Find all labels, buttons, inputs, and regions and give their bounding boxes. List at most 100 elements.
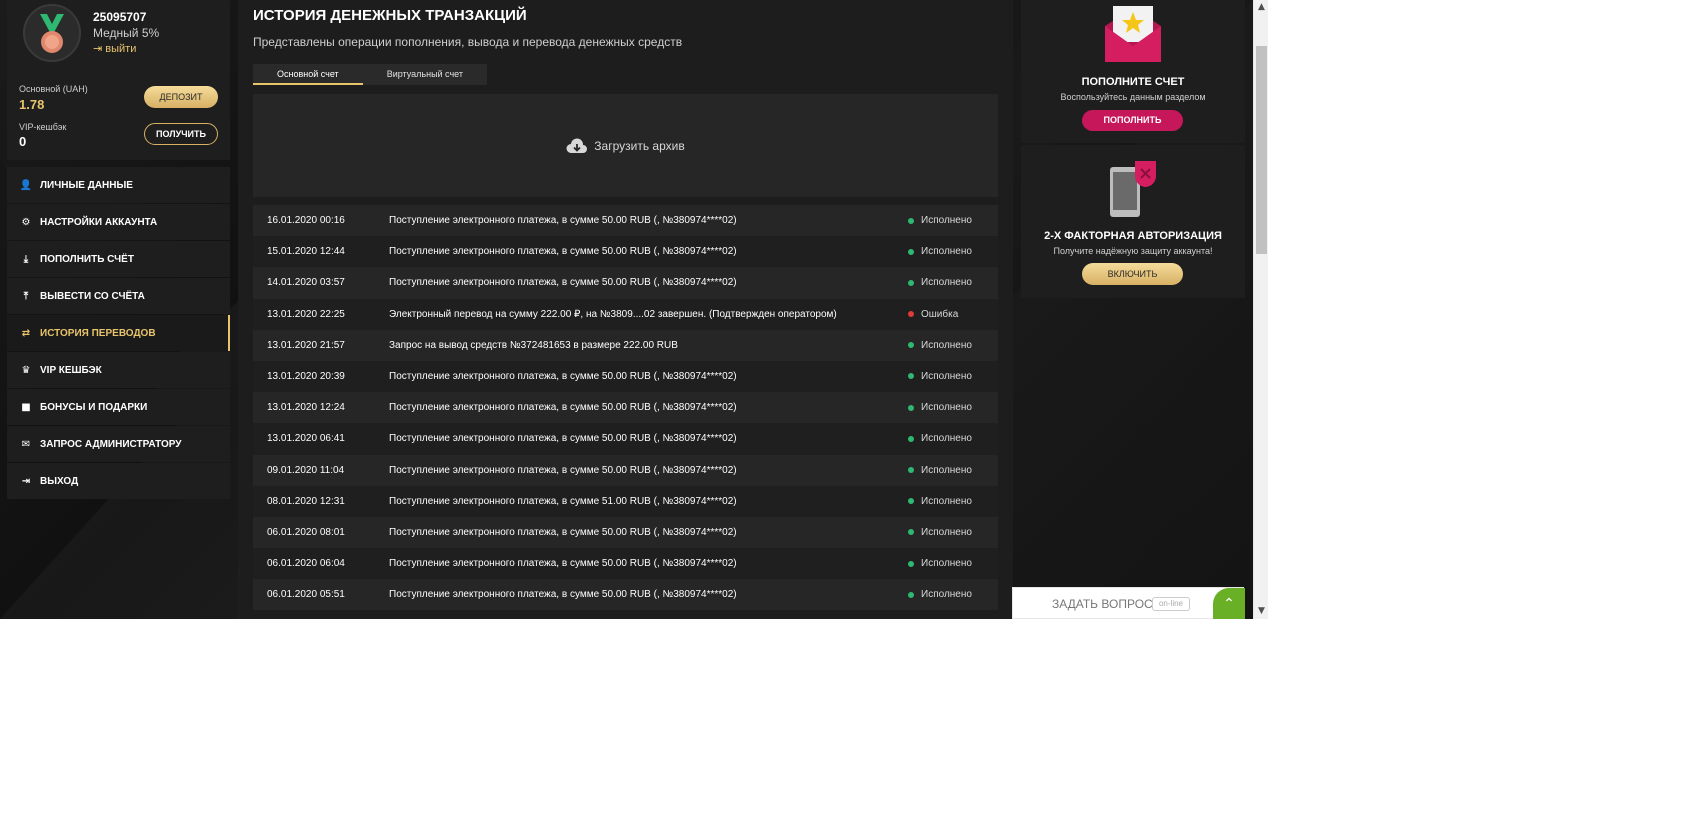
- sidebar-item-transfer-history[interactable]: ⇄ ИСТОРИЯ ПЕРЕВОДОВ: [7, 315, 230, 351]
- sidebar-item-account-settings[interactable]: ⚙ НАСТРОЙКИ АККАУНТА: [7, 204, 230, 240]
- table-row: 13.01.2020 12:24 Поступление электронного…: [253, 392, 998, 424]
- transaction-date: 08.01.2020 12:31: [267, 495, 345, 507]
- table-row: 06.01.2020 06:04 Поступление электронного…: [253, 548, 998, 580]
- sidebar-item-admin-request[interactable]: ✉ ЗАПРОС АДМИНИСТРАТОРУ: [7, 426, 230, 462]
- page-subtitle: Представлены операции пополнения, вывода…: [253, 35, 683, 49]
- sidebar-menu: 👤 ЛИЧНЫЕ ДАННЫЕ ⚙ НАСТРОЙКИ АККАУНТА ⤓ ПОПО…: [7, 167, 230, 500]
- chevron-up-icon[interactable]: ⌃: [1213, 588, 1245, 619]
- deposit-promo-card: ПОПОЛНИТЕ СЧЕТ Воспользуйтесь данным раз…: [1021, 0, 1245, 143]
- transaction-date: 13.01.2020 06:41: [267, 433, 345, 445]
- phone-shield-icon: [1110, 161, 1157, 217]
- transaction-description: Поступление электронного платежа, в сумм…: [389, 495, 737, 507]
- gift-icon: ■: [21, 401, 31, 413]
- sidebar-item-label: БОНУСЫ И ПОДАРКИ: [40, 401, 148, 413]
- status-dot-icon: [908, 591, 914, 598]
- status-badge: Исполнено: [921, 339, 972, 351]
- claim-cashback-button[interactable]: ПОЛУЧИТЬ: [144, 123, 218, 145]
- page-title: ИСТОРИЯ ДЕНЕЖНЫХ ТРАНЗАКЦИЙ: [253, 7, 527, 24]
- transaction-description: Поступление электронного платежа, в сумм…: [389, 402, 737, 414]
- scroll-down-arrow-icon[interactable]: ▼: [1254, 604, 1269, 619]
- deposit-promo-title: ПОПОЛНИТЕ СЧЕТ: [1081, 76, 1185, 88]
- scroll-up-arrow-icon[interactable]: ▲: [1254, 0, 1269, 15]
- transaction-date: 13.01.2020 12:24: [267, 402, 345, 414]
- sidebar-item-deposit[interactable]: ⤓ ПОПОЛНИТЬ СЧЁТ: [7, 241, 230, 277]
- envelope-star-icon: [1105, 6, 1161, 62]
- table-row: 13.01.2020 22:25 Электронный перевод на с…: [253, 298, 998, 330]
- chat-label: ЗАДАТЬ ВОПРОС: [1052, 597, 1153, 611]
- deposit-promo-button[interactable]: ПОПОЛНИТЬ: [1082, 110, 1183, 131]
- transaction-description: Поступление электронного платежа, в сумм…: [389, 589, 737, 601]
- user-rank: Медный 5%: [93, 26, 160, 40]
- cashback-value: 0: [19, 134, 27, 149]
- two-factor-promo-card: 2-Х ФАКТОРНАЯ АВТОРИЗАЦИЯ Получите надёж…: [1021, 145, 1245, 298]
- status-dot-icon: [908, 279, 914, 286]
- transaction-date: 09.01.2020 11:04: [267, 464, 345, 476]
- status-badge: Исполнено: [921, 277, 972, 289]
- page-viewport: 25095707 Медный 5% ⇥ выйти Основной (UAH…: [0, 0, 1253, 619]
- envelope-icon: ✉: [21, 438, 31, 450]
- table-row: 09.01.2020 11:04 Поступление электронного…: [253, 454, 998, 486]
- table-row: 14.01.2020 03:57 Поступление электронного…: [253, 267, 998, 299]
- status-badge: Исполнено: [921, 433, 972, 445]
- transaction-date: 16.01.2020 00:16: [267, 215, 345, 226]
- status-badge: Исполнено: [921, 558, 972, 570]
- transaction-description: Поступление электронного платежа, в сумм…: [389, 215, 737, 226]
- transaction-description: Поступление электронного платежа, в сумм…: [389, 370, 737, 382]
- account-tabs: Основной счет Виртуальный счет: [253, 64, 487, 85]
- table-row: 13.01.2020 21:57 Запрос на вывод средств …: [253, 329, 998, 361]
- two-factor-subtitle: Получите надёжную защиту аккаунта!: [1053, 246, 1213, 256]
- table-row: 06.01.2020 08:01 Поступление электронного…: [253, 516, 998, 549]
- user-add-icon: 👤: [19, 179, 33, 191]
- page-scrollbar[interactable]: ▲ ▼: [1253, 0, 1268, 619]
- logout-icon: ⇥: [21, 475, 31, 487]
- main-account-label: Основной (UAH): [19, 84, 88, 94]
- scrollbar-thumb[interactable]: [1256, 46, 1267, 254]
- sidebar-item-vip-cashback[interactable]: ♛ VIP КЕШБЭК: [7, 352, 230, 388]
- download-archive-button[interactable]: Загрузить архив: [253, 94, 998, 197]
- table-row: 06.01.2020 05:51 Поступление электронного…: [253, 579, 998, 611]
- profile-card: 25095707 Медный 5% ⇥ выйти Основной (UAH…: [7, 0, 230, 160]
- table-row: 13.01.2020 20:39 Поступление электронного…: [253, 360, 998, 393]
- sidebar-item-logout[interactable]: ⇥ ВЫХОД: [7, 463, 230, 499]
- sidebar-item-personal-data[interactable]: 👤 ЛИЧНЫЕ ДАННЫЕ: [7, 167, 230, 203]
- sidebar-item-bonuses[interactable]: ■ БОНУСЫ И ПОДАРКИ: [7, 389, 230, 425]
- sidebar-item-label: ЛИЧНЫЕ ДАННЫЕ: [40, 179, 133, 191]
- logout-link[interactable]: ⇥ выйти: [93, 42, 136, 55]
- deposit-promo-subtitle: Воспользуйтесь данным разделом: [1060, 92, 1206, 102]
- main-account-value: 1.78: [19, 97, 45, 112]
- table-row: 08.01.2020 12:31 Поступление электронного…: [253, 485, 998, 517]
- transaction-description: Поступление электронного платежа, в сумм…: [389, 558, 737, 570]
- transaction-date: 14.01.2020 03:57: [267, 277, 345, 289]
- sidebar-item-label: ВЫХОД: [40, 475, 79, 487]
- online-badge: on-line: [1152, 597, 1190, 611]
- sidebar-item-label: VIP КЕШБЭК: [40, 364, 102, 376]
- transaction-description: Поступление электронного платежа, в сумм…: [389, 277, 737, 289]
- transaction-description: Запрос на вывод средств №372481653 в раз…: [389, 339, 678, 351]
- logout-link-label: выйти: [105, 43, 137, 55]
- status-dot-icon: [908, 217, 914, 224]
- transaction-description: Поступление электронного платежа, в сумм…: [389, 526, 737, 538]
- chat-widget[interactable]: ЗАДАТЬ ВОПРОС on-line ⌃: [1012, 587, 1245, 619]
- status-badge: Исполнено: [921, 370, 972, 382]
- status-badge: Исполнено: [921, 526, 972, 538]
- status-badge: Исполнено: [921, 402, 972, 414]
- status-badge: Исполнено: [921, 464, 972, 476]
- sidebar-item-withdraw[interactable]: ⤒ ВЫВЕСТИ СО СЧЁТА: [7, 278, 230, 314]
- upload-icon: ⤒: [23, 290, 29, 302]
- sidebar-item-label: ПОПОЛНИТЬ СЧЁТ: [40, 253, 134, 265]
- table-row: 16.01.2020 00:16 Поступление электронного…: [253, 205, 998, 237]
- status-dot-icon: [908, 498, 914, 505]
- gears-icon: ⚙: [21, 216, 31, 228]
- user-id: 25095707: [93, 10, 147, 24]
- enable-two-factor-button[interactable]: ВКЛЮЧИТЬ: [1082, 263, 1183, 285]
- download-icon: ⤓: [23, 253, 29, 265]
- transaction-description: Электронный перевод на сумму 222.00 ₽, н…: [389, 308, 837, 320]
- crown-icon: ♛: [21, 364, 31, 376]
- sidebar-item-label: ЗАПРОС АДМИНИСТРАТОРУ: [40, 438, 182, 450]
- sidebar-item-label: НАСТРОЙКИ АККАУНТА: [40, 216, 158, 228]
- transaction-date: 06.01.2020 08:01: [267, 526, 345, 538]
- tab-virtual-account[interactable]: Виртуальный счет: [362, 64, 487, 85]
- deposit-button[interactable]: ДЕПОЗИТ: [144, 86, 218, 108]
- main-content: ИСТОРИЯ ДЕНЕЖНЫХ ТРАНЗАКЦИЙ Представлены…: [238, 0, 1013, 619]
- tab-main-account[interactable]: Основной счет: [253, 64, 363, 85]
